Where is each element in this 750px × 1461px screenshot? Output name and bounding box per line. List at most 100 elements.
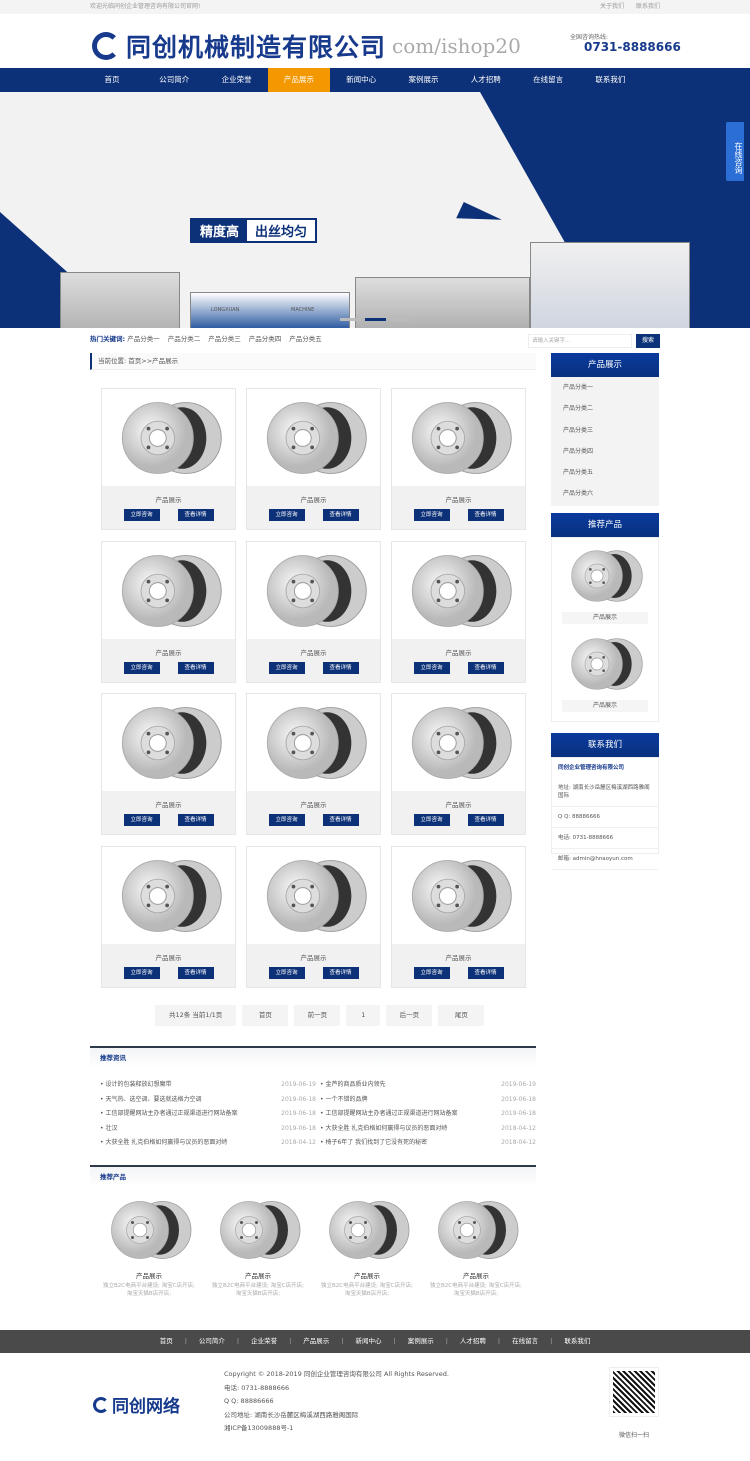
news-item[interactable]: • 椅子6年了 我们找到了它没有死的秘密 2018-04-12 <box>320 1136 536 1151</box>
detail-button[interactable]: 查看详情 <box>177 509 214 521</box>
rec-product[interactable]: 产品展示 独立B2C电商平台建设; 淘宝C店开店; 淘宝天猫B店开店; <box>97 1196 201 1298</box>
slide-dot[interactable] <box>390 318 411 321</box>
keyword-link[interactable]: 产品分类四 <box>249 335 282 343</box>
footer-nav-item[interactable]: 联系我们 <box>564 1337 590 1345</box>
online-consult-tab[interactable]: 在线咨询 <box>726 122 744 181</box>
footer-nav-item[interactable]: 产品展示 <box>303 1337 329 1345</box>
banner[interactable]: 精度高 出丝均匀 LONGXUAN MACHINE <box>0 92 750 328</box>
rec-product[interactable]: 产品展示 独立B2C电商平台建设; 淘宝C店开店; 淘宝天猫B店开店; <box>424 1196 528 1298</box>
consult-button[interactable]: 立即咨询 <box>123 814 160 826</box>
detail-button[interactable]: 查看详情 <box>177 662 214 674</box>
footer-nav-item[interactable]: 首页 <box>160 1337 173 1345</box>
product-card[interactable]: 产品展示立即咨询 查看详情 <box>101 388 236 530</box>
consult-button[interactable]: 立即咨询 <box>268 662 305 674</box>
keyword-link[interactable]: 产品分类三 <box>208 335 241 343</box>
rec-product[interactable]: 产品展示 独立B2C电商平台建设; 淘宝C店开店; 淘宝天猫B店开店; <box>206 1196 310 1298</box>
product-card[interactable]: 产品展示立即咨询 查看详情 <box>391 541 526 683</box>
nav-item[interactable]: 人才招聘 <box>455 68 517 92</box>
keyword-link[interactable]: 产品分类五 <box>289 335 322 343</box>
product-card[interactable]: 产品展示立即咨询 查看详情 <box>246 541 381 683</box>
footer-nav-item[interactable]: 案例展示 <box>408 1337 434 1345</box>
detail-button[interactable]: 查看详情 <box>467 662 504 674</box>
consult-button[interactable]: 立即咨询 <box>123 509 160 521</box>
slide-dot[interactable] <box>365 318 386 321</box>
search-input[interactable]: 请输入关键字... <box>528 334 632 348</box>
nav-item[interactable]: 在线留言 <box>517 68 579 92</box>
product-title[interactable]: 产品展示 <box>102 799 235 809</box>
logo[interactable]: 同创机械制造有限公司 com/ishop20 <box>92 28 521 64</box>
product-card[interactable]: 产品展示 立即咨询 查看详情 <box>391 693 526 835</box>
product-card[interactable]: 产品展示立即咨询 查看详情 <box>101 846 236 988</box>
footer-nav-item[interactable]: 新闻中心 <box>356 1337 382 1345</box>
search-button[interactable]: 搜索 <box>636 334 660 348</box>
sidebar-category-item[interactable]: 产品分类四 <box>551 441 659 462</box>
sidebar-rec-item[interactable]: 产品展示 <box>552 538 658 624</box>
product-card[interactable]: 产品展示 立即咨询 查看详情 <box>391 846 526 988</box>
detail-button[interactable]: 查看详情 <box>322 509 359 521</box>
news-item[interactable]: • 设计的包装释放幻想魔带 2019-06-19 <box>100 1078 316 1093</box>
news-item[interactable]: • 大获全胜 扎克伯格如何赢得与议员的恶面对峙 2018-04-12 <box>100 1136 316 1151</box>
detail-button[interactable]: 查看详情 <box>322 967 359 979</box>
nav-item[interactable]: 首页 <box>81 68 143 92</box>
nav-item[interactable]: 企业荣誉 <box>206 68 268 92</box>
consult-button[interactable]: 立即咨询 <box>123 662 160 674</box>
consult-button[interactable]: 立即咨询 <box>268 814 305 826</box>
detail-button[interactable]: 查看详情 <box>467 509 504 521</box>
product-title[interactable]: 产品展示 <box>392 799 525 809</box>
product-title[interactable]: 产品展示 <box>102 494 235 504</box>
nav-item[interactable]: 案例展示 <box>393 68 455 92</box>
news-item[interactable]: • 金芦的商品质业内领先 2019-06-19 <box>320 1078 536 1093</box>
icp-number[interactable]: 湘ICP备13009888号-1 <box>224 1422 449 1436</box>
footer-nav-item[interactable]: 人才招聘 <box>460 1337 486 1345</box>
pager-button[interactable]: 前一页 <box>294 1005 341 1026</box>
consult-button[interactable]: 立即咨询 <box>268 967 305 979</box>
product-card[interactable]: 产品展示 立即咨询 查看详情 <box>246 846 381 988</box>
detail-button[interactable]: 查看详情 <box>177 967 214 979</box>
news-item[interactable]: • 一个不错的品牌 2019-06-18 <box>320 1093 536 1108</box>
news-item[interactable]: • 壮汉 2019-06-18 <box>100 1122 316 1137</box>
contact-link[interactable]: 联系我们 <box>636 3 660 10</box>
about-link[interactable]: 关于我们 <box>600 3 624 10</box>
nav-item[interactable]: 公司简介 <box>143 68 205 92</box>
sidebar-category-item[interactable]: 产品分类六 <box>551 483 659 504</box>
product-card[interactable]: 产品展示立即咨询 查看详情 <box>246 388 381 530</box>
consult-button[interactable]: 立即咨询 <box>413 662 450 674</box>
news-item[interactable]: • 大获全胜 扎克伯格如何赢得与议员的恶面对峙 2018-04-12 <box>320 1122 536 1137</box>
detail-button[interactable]: 查看详情 <box>322 662 359 674</box>
keyword-link[interactable]: 产品分类二 <box>168 335 201 343</box>
detail-button[interactable]: 查看详情 <box>177 814 214 826</box>
sidebar-category-item[interactable]: 产品分类一 <box>551 377 659 398</box>
pager-button[interactable]: 后一页 <box>386 1005 433 1026</box>
product-title[interactable]: 产品展示 <box>102 952 235 962</box>
footer-nav-item[interactable]: 公司简介 <box>199 1337 225 1345</box>
product-card[interactable]: 产品展示立即咨询 查看详情 <box>246 693 381 835</box>
consult-button[interactable]: 立即咨询 <box>268 509 305 521</box>
product-title[interactable]: 产品展示 <box>247 494 380 504</box>
footer-nav-item[interactable]: 在线留言 <box>512 1337 538 1345</box>
detail-button[interactable]: 查看详情 <box>322 814 359 826</box>
product-title[interactable]: 产品展示 <box>392 647 525 657</box>
product-card[interactable]: 产品展示立即咨询 查看详情 <box>101 693 236 835</box>
consult-button[interactable]: 立即咨询 <box>123 967 160 979</box>
sidebar-category-item[interactable]: 产品分类二 <box>551 398 659 419</box>
news-item[interactable]: • 天气热、选空调、要选就选格力空调 2019-06-18 <box>100 1093 316 1108</box>
pager-button[interactable]: 1 <box>346 1005 381 1026</box>
sidebar-rec-item[interactable]: 产品展示 <box>552 628 658 712</box>
product-card[interactable]: 产品展示 立即咨询 查看详情 <box>391 388 526 530</box>
product-title[interactable]: 产品展示 <box>247 647 380 657</box>
detail-button[interactable]: 查看详情 <box>467 967 504 979</box>
product-title[interactable]: 产品展示 <box>392 952 525 962</box>
slide-dot[interactable] <box>340 318 361 321</box>
keyword-link[interactable]: 产品分类一 <box>127 335 160 343</box>
product-title[interactable]: 产品展示 <box>102 647 235 657</box>
nav-item[interactable]: 产品展示 <box>267 68 330 92</box>
product-title[interactable]: 产品展示 <box>247 799 380 809</box>
product-title[interactable]: 产品展示 <box>392 494 525 504</box>
news-item[interactable]: • 工信部提醒网站主办者通过正规渠道进行网站备案 2019-06-18 <box>100 1107 316 1122</box>
consult-button[interactable]: 立即咨询 <box>413 814 450 826</box>
pager-button[interactable]: 首页 <box>242 1005 289 1026</box>
pager-button[interactable]: 尾页 <box>438 1005 485 1026</box>
rec-product[interactable]: 产品展示 独立B2C电商平台建设; 淘宝C店开店; 淘宝天猫B店开店; <box>315 1196 419 1298</box>
nav-item[interactable]: 联系我们 <box>579 68 641 92</box>
sidebar-category-item[interactable]: 产品分类五 <box>551 462 659 483</box>
